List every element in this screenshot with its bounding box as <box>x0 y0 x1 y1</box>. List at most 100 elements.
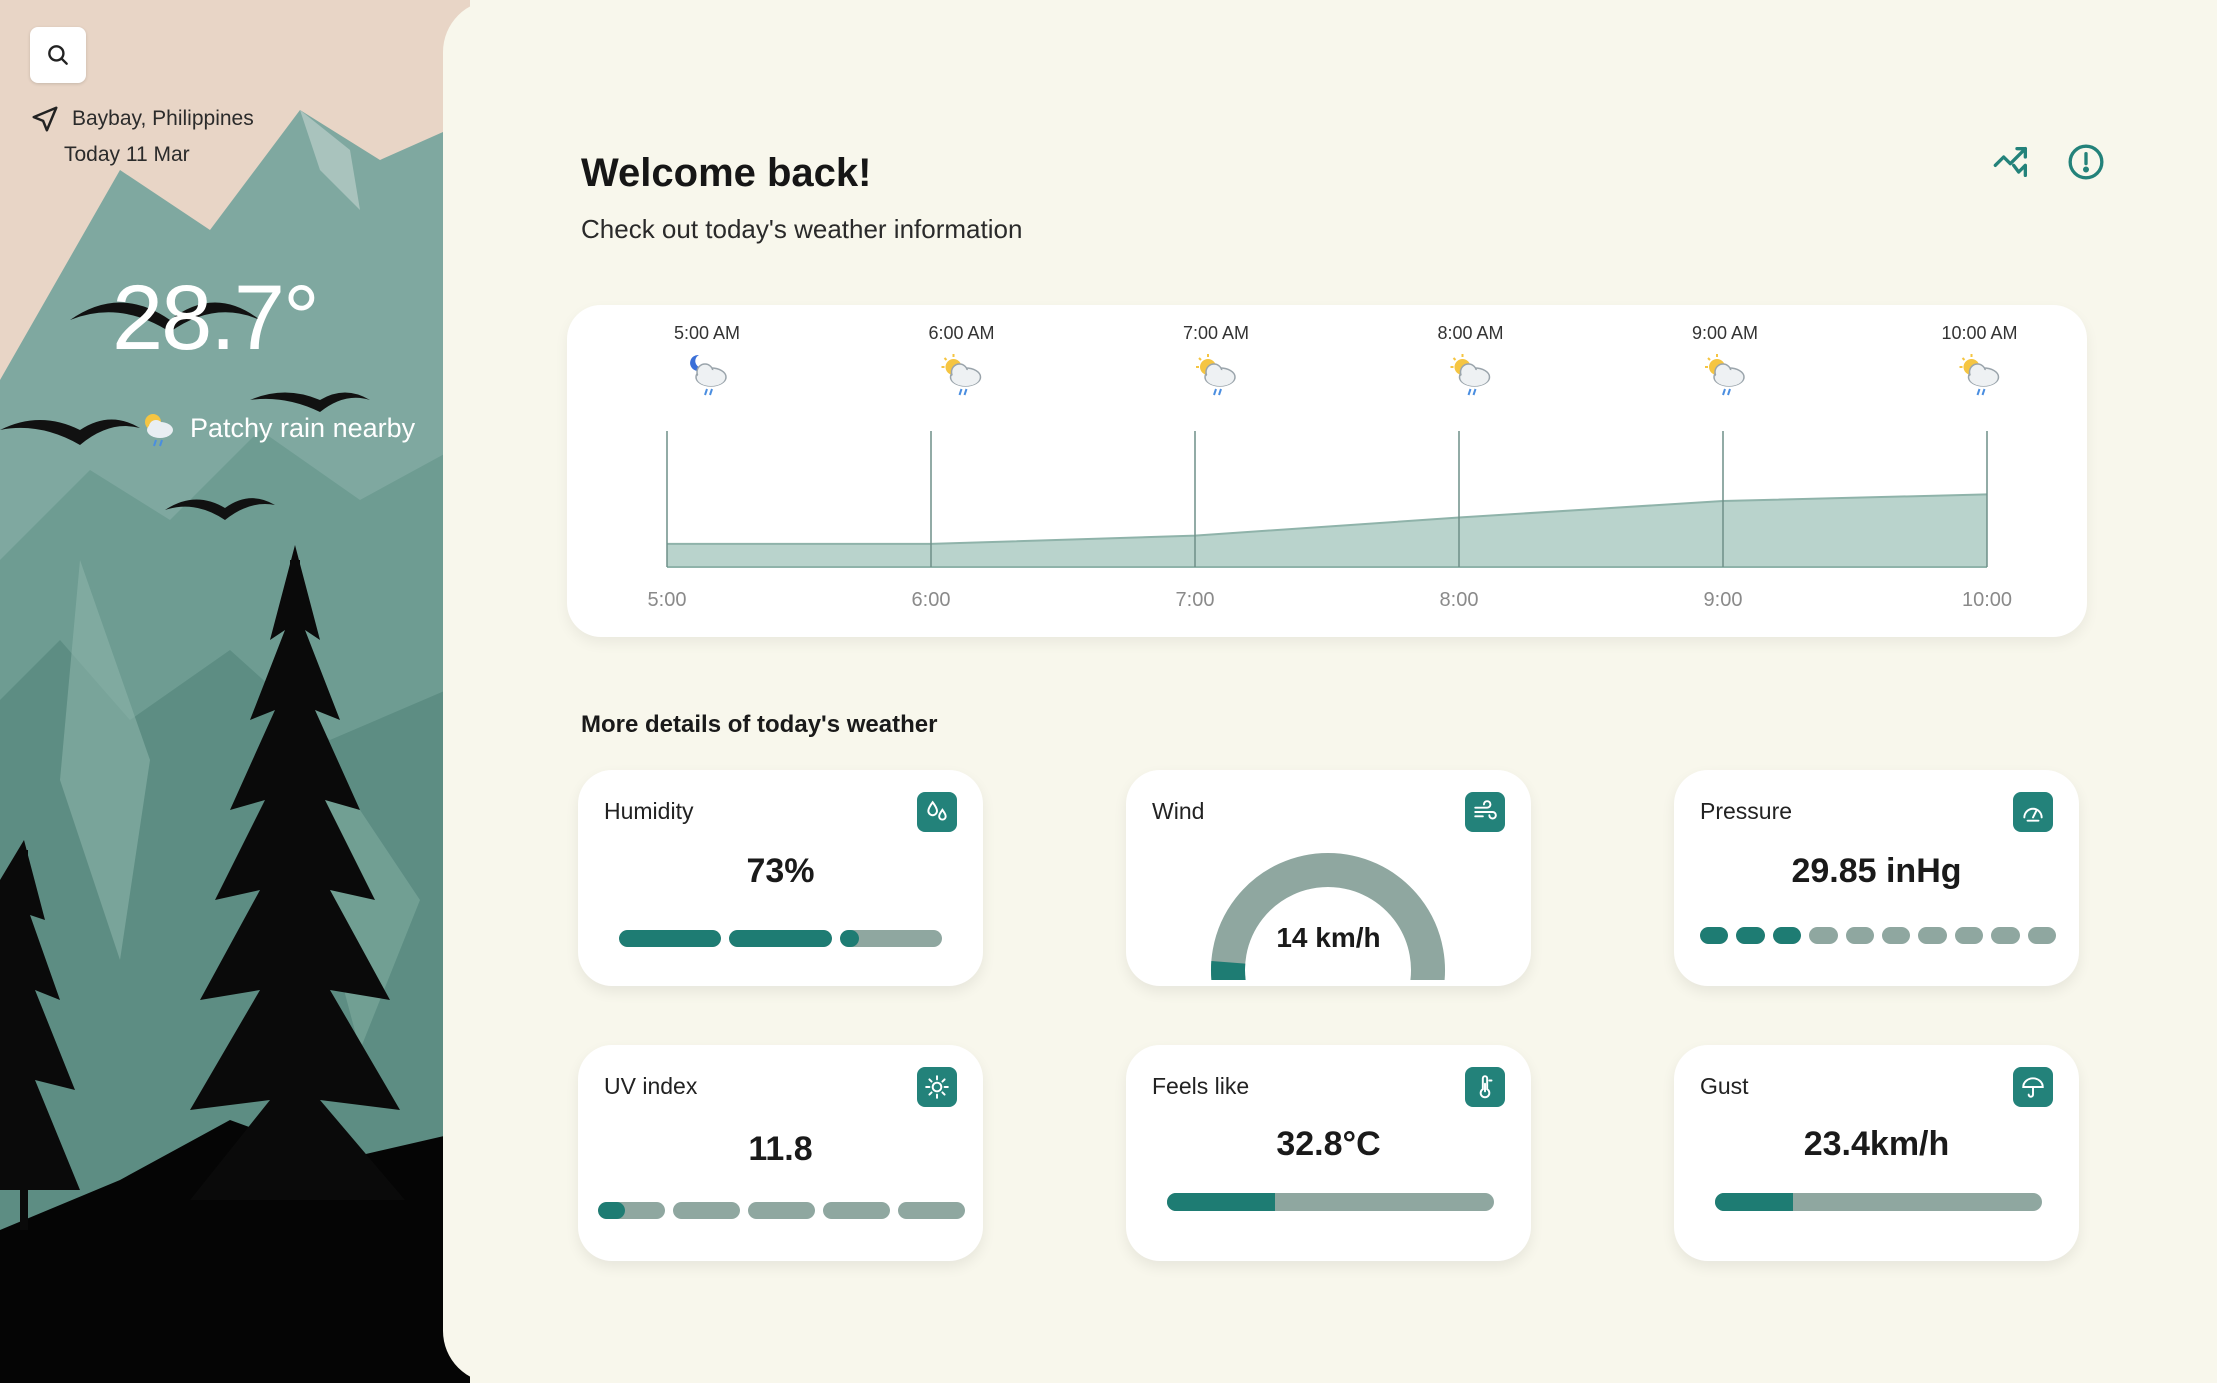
humidity-card[interactable]: Humidity 73% <box>578 770 983 986</box>
wind-gauge <box>1211 853 1445 980</box>
current-temperature: 28.7° <box>112 267 320 369</box>
bar-segment <box>2027 927 2056 944</box>
x-tick-label: 8:00 <box>1440 589 1479 611</box>
bar-segment <box>839 930 942 947</box>
bar-segment <box>1700 927 1729 944</box>
umbrella-wind-icon <box>2022 1077 2044 1098</box>
hour-label: 6:00 AM <box>928 323 994 343</box>
moon-cloud-rain-icon <box>690 354 727 396</box>
trend-button[interactable] <box>1990 140 2034 184</box>
feels-like-label: Feels like <box>1152 1073 1250 1099</box>
hourly-forecast-card: 5:00 6:00 7:00 8:00 9:00 10:00 5:00 AM 6:00 AM 7… <box>567 305 2087 637</box>
pressure-card[interactable]: Pressure 29.85 inHg <box>1674 770 2079 986</box>
x-tick-label: 6:00 <box>912 589 951 611</box>
bar-segment <box>1809 927 1838 944</box>
info-button[interactable] <box>2064 140 2108 184</box>
x-tick-label: 5:00 <box>648 589 687 611</box>
bar-segment <box>1918 927 1947 944</box>
x-tick-label: 10:00 <box>1962 589 2012 611</box>
details-heading: More details of today's weather <box>581 711 938 738</box>
pressure-label: Pressure <box>1700 798 1793 824</box>
pressure-bar <box>1700 927 2056 944</box>
feels-like-bar-fill <box>1167 1193 1275 1211</box>
search-button[interactable] <box>30 27 86 83</box>
bar-segment <box>1954 927 1984 944</box>
sun-icon <box>925 1075 949 1099</box>
bar-segment <box>1736 927 1765 944</box>
wind-icon-badge <box>1465 792 1505 832</box>
feels-like-value: 32.8°C <box>1276 1125 1381 1163</box>
current-condition: Patchy rain nearby <box>136 406 415 450</box>
wind-value: 14 km/h <box>1276 922 1381 953</box>
droplets-icon <box>927 800 947 821</box>
page-subtitle: Check out today's weather information <box>581 214 1023 244</box>
temperature-area <box>667 494 1987 567</box>
humidity-label: Humidity <box>604 798 694 824</box>
sun-cloud-rain-icon <box>1450 354 1491 396</box>
search-icon <box>48 45 68 65</box>
bar-segment <box>673 1202 740 1219</box>
feels-like-bar <box>1167 1193 1494 1211</box>
location-row: Baybay, Philippines <box>30 104 254 134</box>
hour-label: 8:00 AM <box>1437 323 1503 343</box>
humidity-bar <box>619 930 942 947</box>
header-actions <box>1990 140 2108 184</box>
location-panel: Baybay, Philippines Today 11 Mar 28.7° P… <box>0 0 470 1383</box>
bar-segment <box>1991 927 2020 944</box>
bar-segment-fill <box>729 930 832 947</box>
feels-like-icon-badge <box>1465 1067 1505 1107</box>
sun-cloud-rain-icon <box>1196 354 1236 396</box>
hour-label: 7:00 AM <box>1183 323 1249 343</box>
x-tick-label: 7:00 <box>1176 589 1215 611</box>
condition-text: Patchy rain nearby <box>190 412 416 443</box>
bar-segment <box>729 930 832 947</box>
gust-bar-fill <box>1715 1193 1794 1211</box>
bar-segment-fill <box>619 930 722 947</box>
sun-cloud-rain-icon <box>1959 354 2000 396</box>
bar-segment-fill <box>1700 927 1729 944</box>
humidity-icon-badge <box>917 792 957 832</box>
bar-segment <box>1772 927 1802 944</box>
info-circle-icon <box>2068 144 2104 180</box>
bar-segment-fill <box>598 1202 625 1219</box>
mountain-forest-illustration <box>0 0 470 1383</box>
bar-segment <box>598 1202 665 1219</box>
bar-segment <box>898 1202 965 1219</box>
gauge-icon <box>2023 807 2043 822</box>
wind-gauge-fill <box>1211 961 1246 980</box>
sun-cloud-rain-icon <box>941 354 982 396</box>
hourly-chart: 5:00 6:00 7:00 8:00 9:00 10:00 5:00 AM 6:00 AM 7… <box>648 323 2018 611</box>
wind-label: Wind <box>1152 798 1205 824</box>
hour-label: 9:00 AM <box>1692 323 1758 343</box>
bar-segment <box>748 1202 815 1219</box>
bar-segment <box>1881 927 1911 944</box>
feels-like-card[interactable]: Feels like 32.8°C <box>1126 1045 1531 1261</box>
gust-label: Gust <box>1700 1073 1749 1099</box>
humidity-value: 73% <box>746 852 815 890</box>
gust-value: 23.4km/h <box>1803 1125 1950 1163</box>
hour-label: 10:00 AM <box>1941 323 2017 343</box>
bar-segment-fill <box>1772 927 1802 944</box>
bar-segment <box>619 930 722 947</box>
wind-icon <box>1474 800 1497 820</box>
trend-chart-icon <box>1993 147 2027 177</box>
hour-label: 5:00 AM <box>674 323 740 343</box>
bar-segment <box>823 1202 890 1219</box>
bar-segment-fill <box>1736 927 1765 944</box>
pressure-icon-badge <box>2013 792 2053 832</box>
pressure-value: 29.85 inHg <box>1791 852 1962 890</box>
x-tick-label: 9:00 <box>1704 589 1743 611</box>
gust-icon-badge <box>2013 1067 2053 1107</box>
gust-card[interactable]: Gust 23.4km/h <box>1674 1045 2079 1261</box>
wind-card[interactable]: Wind 14 km/h <box>1126 770 1531 986</box>
navigation-arrow-icon <box>32 106 58 132</box>
bar-segment <box>1845 927 1874 944</box>
thermometer-icon <box>1479 1075 1493 1099</box>
uv-label: UV index <box>604 1073 698 1099</box>
bar-segment-fill <box>839 930 860 947</box>
current-date: Today 11 Mar <box>64 143 190 166</box>
uv-card[interactable]: UV index 11.8 <box>578 1045 983 1261</box>
sun-cloud-rain-icon <box>1705 354 1745 396</box>
uv-bar <box>598 1202 965 1219</box>
page-title: Welcome back! <box>581 151 872 195</box>
